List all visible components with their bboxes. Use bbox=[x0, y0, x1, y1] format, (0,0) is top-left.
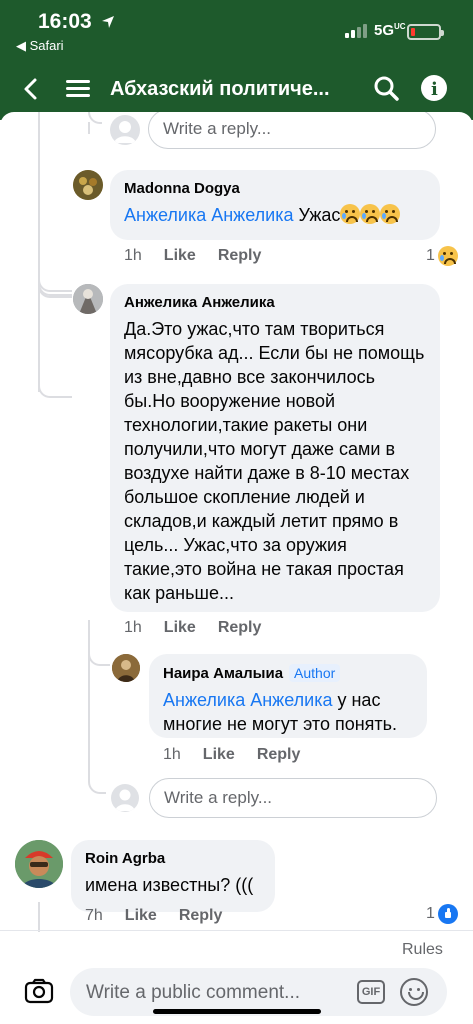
reply-button[interactable]: Reply bbox=[179, 907, 223, 925]
comment-bubble: Анжелика Анжелика Да.Это ужас,что там тв… bbox=[110, 284, 440, 612]
emoji-icon[interactable] bbox=[400, 978, 428, 1006]
avatar bbox=[15, 840, 63, 888]
thread-elbow bbox=[88, 112, 102, 124]
avatar bbox=[73, 284, 103, 314]
comment-text: Анжелика Анжелика у нас многие не могут … bbox=[163, 690, 398, 734]
rules-link[interactable]: Rules bbox=[402, 941, 443, 959]
like-reaction-icon bbox=[437, 904, 458, 924]
comment-bubble: Madonna Dogya Анжелика Анжелика Ужас bbox=[110, 170, 440, 240]
thread-line bbox=[88, 122, 90, 134]
thread-line bbox=[38, 112, 40, 297]
reply-input[interactable]: Write a reply... bbox=[149, 778, 437, 818]
camera-icon[interactable] bbox=[24, 978, 54, 1004]
battery-icon bbox=[407, 24, 444, 40]
gif-icon[interactable]: GIF bbox=[357, 980, 385, 1004]
reply-button[interactable]: Reply bbox=[218, 619, 262, 637]
mention-link[interactable]: Анжелика Анжелика bbox=[124, 205, 293, 225]
reply-button[interactable]: Reply bbox=[257, 746, 301, 764]
thread-elbow bbox=[38, 282, 72, 298]
reply-input[interactable]: Write a reply... bbox=[148, 112, 436, 149]
comment-text: Да.Это ужас,что там твориться мясорубка … bbox=[124, 319, 425, 603]
avatar bbox=[110, 115, 140, 145]
reaction-count: 1 bbox=[426, 905, 435, 922]
comment-time: 1h bbox=[124, 247, 142, 264]
comment-author[interactable]: Roin Agrba bbox=[85, 850, 261, 867]
comment-time: 7h bbox=[85, 907, 103, 924]
info-icon[interactable]: i bbox=[421, 75, 447, 101]
sad-reaction-icon bbox=[437, 246, 458, 266]
comment-author[interactable]: Наира Амалыиа Author bbox=[163, 664, 413, 682]
comments-sheet: Write a reply... Madonna Dogya Анжелика … bbox=[0, 112, 473, 1024]
crying-emoji-icon bbox=[360, 204, 381, 224]
comment-actions: 7h Like Reply bbox=[85, 907, 222, 925]
comment-text: имена известны? ((( bbox=[85, 875, 254, 895]
like-button[interactable]: Like bbox=[164, 247, 196, 265]
comment-bubble: Roin Agrba имена известны? ((( bbox=[71, 840, 275, 912]
comment-author[interactable]: Madonna Dogya bbox=[124, 180, 426, 197]
menu-icon[interactable] bbox=[66, 76, 90, 102]
author-badge: Author bbox=[289, 664, 341, 682]
back-to-app[interactable]: ◀ Safari bbox=[16, 38, 64, 54]
top-bar: 16:03 ◀ Safari 5GUC Абхазский политиче..… bbox=[0, 0, 473, 120]
reaction-summary[interactable]: 1 bbox=[426, 904, 458, 924]
avatar bbox=[111, 784, 139, 812]
avatar bbox=[73, 170, 103, 200]
like-button[interactable]: Like bbox=[203, 746, 235, 764]
search-icon[interactable] bbox=[372, 74, 400, 102]
location-arrow-icon bbox=[102, 16, 114, 28]
comment-time: 1h bbox=[163, 746, 181, 763]
thread-line bbox=[88, 620, 90, 780]
reply-bubble: Наира Амалыиа Author Анжелика Анжелика у … bbox=[149, 654, 427, 738]
thread-line bbox=[38, 902, 40, 932]
comment-time: 1h bbox=[124, 619, 142, 636]
thread-elbow bbox=[88, 776, 106, 794]
avatar bbox=[112, 654, 140, 682]
comment-text: Анжелика Анжелика Ужас bbox=[124, 203, 426, 227]
cellular-signal-icon bbox=[345, 24, 367, 38]
thread-elbow bbox=[88, 650, 110, 666]
like-button[interactable]: Like bbox=[164, 619, 196, 637]
home-indicator[interactable] bbox=[153, 1009, 321, 1014]
composer-placeholder[interactable]: Write a public comment... bbox=[86, 982, 300, 1004]
thread-line bbox=[38, 292, 40, 392]
divider bbox=[0, 930, 473, 931]
status-time: 16:03 bbox=[38, 10, 92, 33]
thread-elbow bbox=[38, 382, 72, 398]
comment-actions: 1h Like Reply bbox=[124, 619, 261, 637]
crying-emoji-icon bbox=[380, 204, 401, 224]
reply-button[interactable]: Reply bbox=[218, 247, 262, 265]
reaction-count: 1 bbox=[426, 247, 435, 264]
back-chevron-icon[interactable] bbox=[14, 72, 48, 106]
comment-actions: 1h Like Reply bbox=[124, 247, 261, 265]
like-button[interactable]: Like bbox=[125, 907, 157, 925]
reaction-summary[interactable]: 1 bbox=[426, 246, 458, 266]
page-title: Абхазский политиче... bbox=[110, 78, 330, 100]
comment-author[interactable]: Анжелика Анжелика bbox=[124, 294, 426, 311]
crying-emoji-icon bbox=[340, 204, 361, 224]
mention-link[interactable]: Анжелика Анжелика bbox=[163, 690, 332, 710]
comment-actions: 1h Like Reply bbox=[163, 746, 300, 764]
network-type: 5GUC bbox=[374, 22, 406, 39]
